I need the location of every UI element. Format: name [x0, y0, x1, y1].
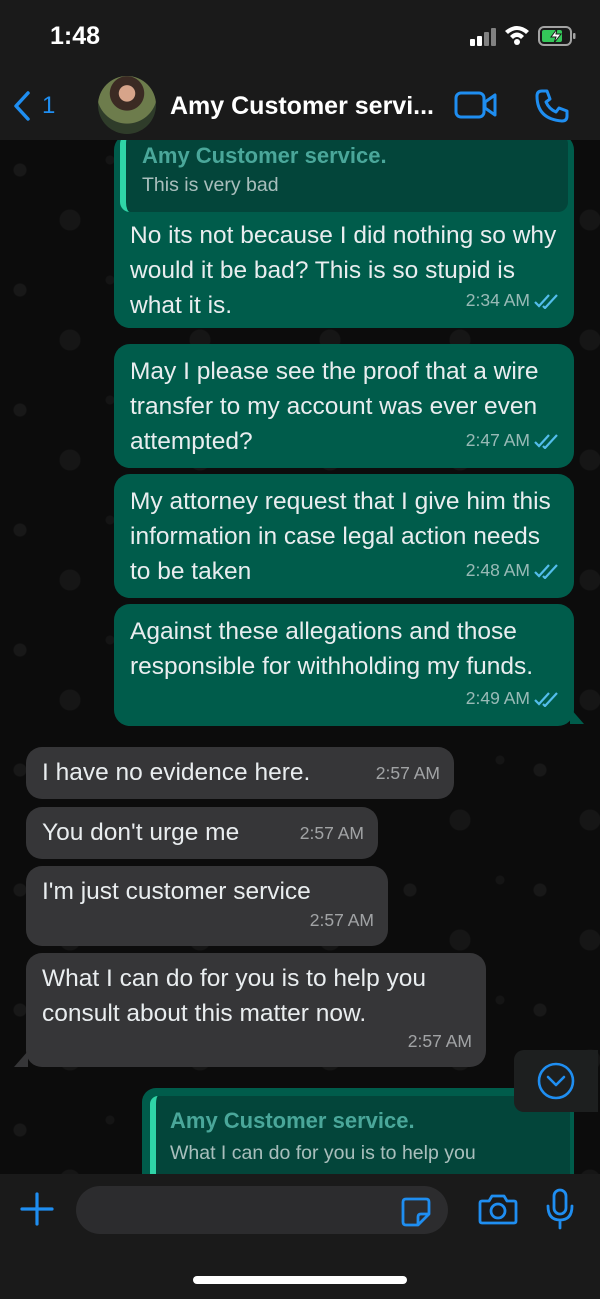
message-bubble-outgoing-partial[interactable]: Amy Customer service. What I can do for … — [142, 1088, 574, 1174]
contact-name[interactable]: Amy Customer servi... — [170, 92, 440, 121]
message-time: 2:34 AM — [465, 290, 530, 310]
quoted-sender: Amy Customer service. — [170, 1108, 415, 1133]
phone-icon[interactable] — [534, 88, 570, 124]
chat-area[interactable]: Amy Customer service. This is very bad N… — [0, 140, 600, 1174]
status-time: 1:48 — [50, 22, 101, 50]
bubble-tail — [14, 1051, 28, 1067]
bubble-tail — [570, 708, 584, 724]
chevron-down-icon — [537, 1062, 575, 1100]
scroll-to-bottom-button[interactable] — [514, 1050, 598, 1112]
message-bubble-incoming[interactable]: What I can do for you is to help you con… — [26, 953, 486, 1067]
message-bubble-outgoing[interactable]: Against these allegations and those resp… — [114, 604, 574, 726]
message-time: 2:48 AM — [465, 560, 530, 580]
back-button[interactable]: 1 — [12, 86, 72, 126]
message-time: 2:47 AM — [465, 430, 530, 450]
message-time: 2:57 AM — [375, 763, 440, 783]
message-bubble-incoming[interactable]: You don't urge me 2:57 AM — [26, 807, 378, 859]
cellular-signal-icon — [470, 28, 496, 46]
status-bar: 1:48 — [0, 0, 600, 70]
message-meta: 2:47 AM — [466, 423, 560, 458]
message-text: I have no evidence here. — [42, 759, 311, 786]
message-meta: 2:49 AM — [466, 681, 560, 716]
video-call-icon[interactable] — [454, 90, 498, 120]
quoted-message[interactable]: Amy Customer service. This is very bad — [120, 140, 568, 212]
sticker-icon[interactable] — [400, 1196, 432, 1228]
message-text: You don't urge me — [42, 819, 240, 846]
battery-charging-icon — [538, 26, 576, 46]
double-check-icon — [534, 691, 558, 707]
message-bubble-incoming[interactable]: I have no evidence here. 2:57 AM — [26, 747, 454, 799]
message-time: 2:57 AM — [299, 823, 364, 843]
home-indicator — [193, 1276, 407, 1284]
message-meta: 2:48 AM — [466, 553, 560, 588]
message-time: 2:57 AM — [309, 910, 374, 930]
quoted-text: This is very bad — [142, 174, 279, 196]
microphone-icon[interactable] — [544, 1188, 576, 1230]
wifi-icon — [505, 26, 529, 45]
double-check-icon — [534, 563, 558, 579]
message-input[interactable] — [76, 1186, 448, 1234]
camera-icon[interactable] — [478, 1192, 518, 1226]
double-check-icon — [534, 293, 558, 309]
back-chevron-icon — [14, 91, 30, 121]
message-bubble-outgoing[interactable]: Amy Customer service. This is very bad N… — [114, 140, 574, 328]
quoted-text: What I can do for you is to help you — [170, 1142, 476, 1164]
message-time: 2:57 AM — [407, 1031, 472, 1051]
unread-count: 1 — [42, 92, 56, 119]
message-text: What I can do for you is to help you con… — [42, 965, 427, 1027]
message-bubble-outgoing[interactable]: May I please see the proof that a wire t… — [114, 344, 574, 468]
contact-avatar[interactable] — [98, 76, 156, 134]
composer-bar — [0, 1174, 600, 1299]
chat-header: 1 Amy Customer servi... — [0, 70, 600, 140]
plus-icon[interactable] — [18, 1190, 56, 1228]
message-bubble-incoming[interactable]: I'm just customer service 2:57 AM — [26, 866, 388, 946]
message-meta: 2:34 AM — [466, 283, 560, 318]
message-time: 2:49 AM — [465, 688, 530, 708]
quoted-message[interactable]: Amy Customer service. What I can do for … — [150, 1096, 570, 1174]
message-bubble-outgoing[interactable]: My attorney request that I give him this… — [114, 474, 574, 598]
double-check-icon — [534, 433, 558, 449]
message-text: Against these allegations and those resp… — [130, 618, 534, 680]
